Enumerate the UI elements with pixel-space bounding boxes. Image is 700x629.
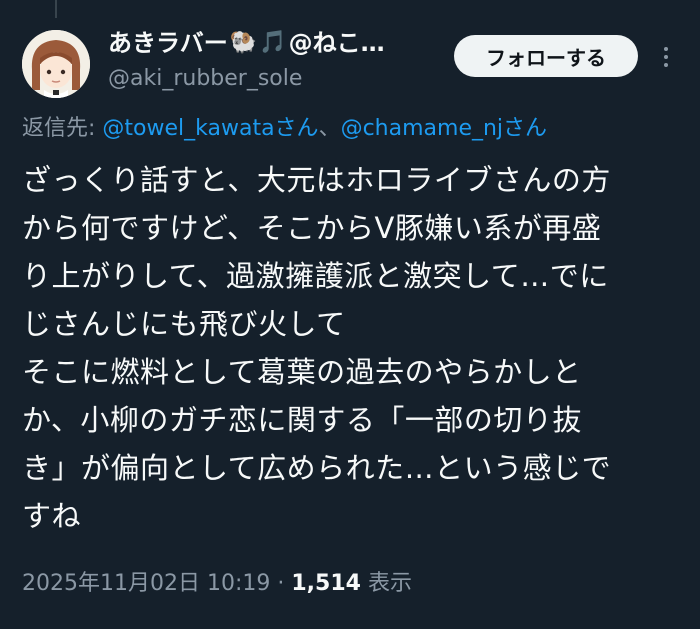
follow-button[interactable]: フォローする bbox=[454, 35, 638, 77]
reply-mention-link[interactable]: @towel_kawataさん bbox=[102, 116, 318, 141]
display-name[interactable]: あきラバー 🐏 🎵 @ねこ… bbox=[108, 26, 438, 60]
music-note-emoji-icon: 🎵 bbox=[259, 30, 287, 55]
views-count: 1,514 bbox=[291, 571, 361, 596]
tweet-header: あきラバー 🐏 🎵 @ねこ… @aki_rubber_sole フォローする bbox=[22, 22, 678, 102]
user-handle[interactable]: @aki_rubber_sole bbox=[108, 64, 438, 94]
tweet-text: ざっくり話すと、大元はホロライブさんの方 から何ですけど、そこからV豚嫌い系が再… bbox=[22, 156, 682, 540]
avatar-illustration bbox=[22, 30, 90, 98]
tweet-text-line: ざっくり話すと、大元はホロライブさんの方 bbox=[22, 163, 611, 197]
tweet-text-line: すね bbox=[22, 499, 82, 533]
display-name-suffix: @ねこ… bbox=[288, 29, 385, 57]
tweet-text-line: か、小柳のガチ恋に関する「一部の切り抜 bbox=[22, 403, 582, 437]
views-label: 表示 bbox=[360, 571, 412, 596]
more-dot bbox=[664, 55, 668, 59]
reply-separator: 、 bbox=[318, 116, 341, 141]
more-dot bbox=[664, 47, 668, 51]
avatar[interactable] bbox=[22, 30, 90, 98]
tweet-text-line: き」が偏向として広められた…という感じで bbox=[22, 451, 612, 485]
tweet-meta: 2025年11月02日 10:19 · 1,514 表示 bbox=[22, 566, 412, 602]
author-info[interactable]: あきラバー 🐏 🎵 @ねこ… @aki_rubber_sole bbox=[108, 26, 438, 94]
tweet-text-line: り上がりして、過激擁護派と激突して…でに bbox=[22, 259, 609, 293]
more-icon[interactable] bbox=[654, 42, 678, 72]
timestamp-link[interactable]: 2025年11月02日 10:19 bbox=[22, 571, 270, 596]
reply-mention-link[interactable]: @chamame_njさん bbox=[341, 116, 547, 141]
thread-connector-line bbox=[55, 0, 57, 18]
tweet-text-line: から何ですけど、そこからV豚嫌い系が再盛 bbox=[22, 211, 602, 245]
reply-prefix: 返信先: bbox=[22, 116, 103, 141]
sheep-emoji-icon: 🐏 bbox=[229, 30, 258, 55]
tweet-text-line: そこに燃料として葛葉の過去のやらかしと bbox=[22, 355, 582, 389]
meta-separator: · bbox=[270, 571, 292, 596]
tweet-text-line: じさんじにも飛び火して bbox=[22, 307, 346, 341]
reply-to-line: 返信先: @towel_kawataさん、@chamame_njさん bbox=[22, 113, 547, 145]
display-name-text: あきラバー bbox=[108, 29, 228, 57]
more-dot bbox=[664, 63, 668, 67]
